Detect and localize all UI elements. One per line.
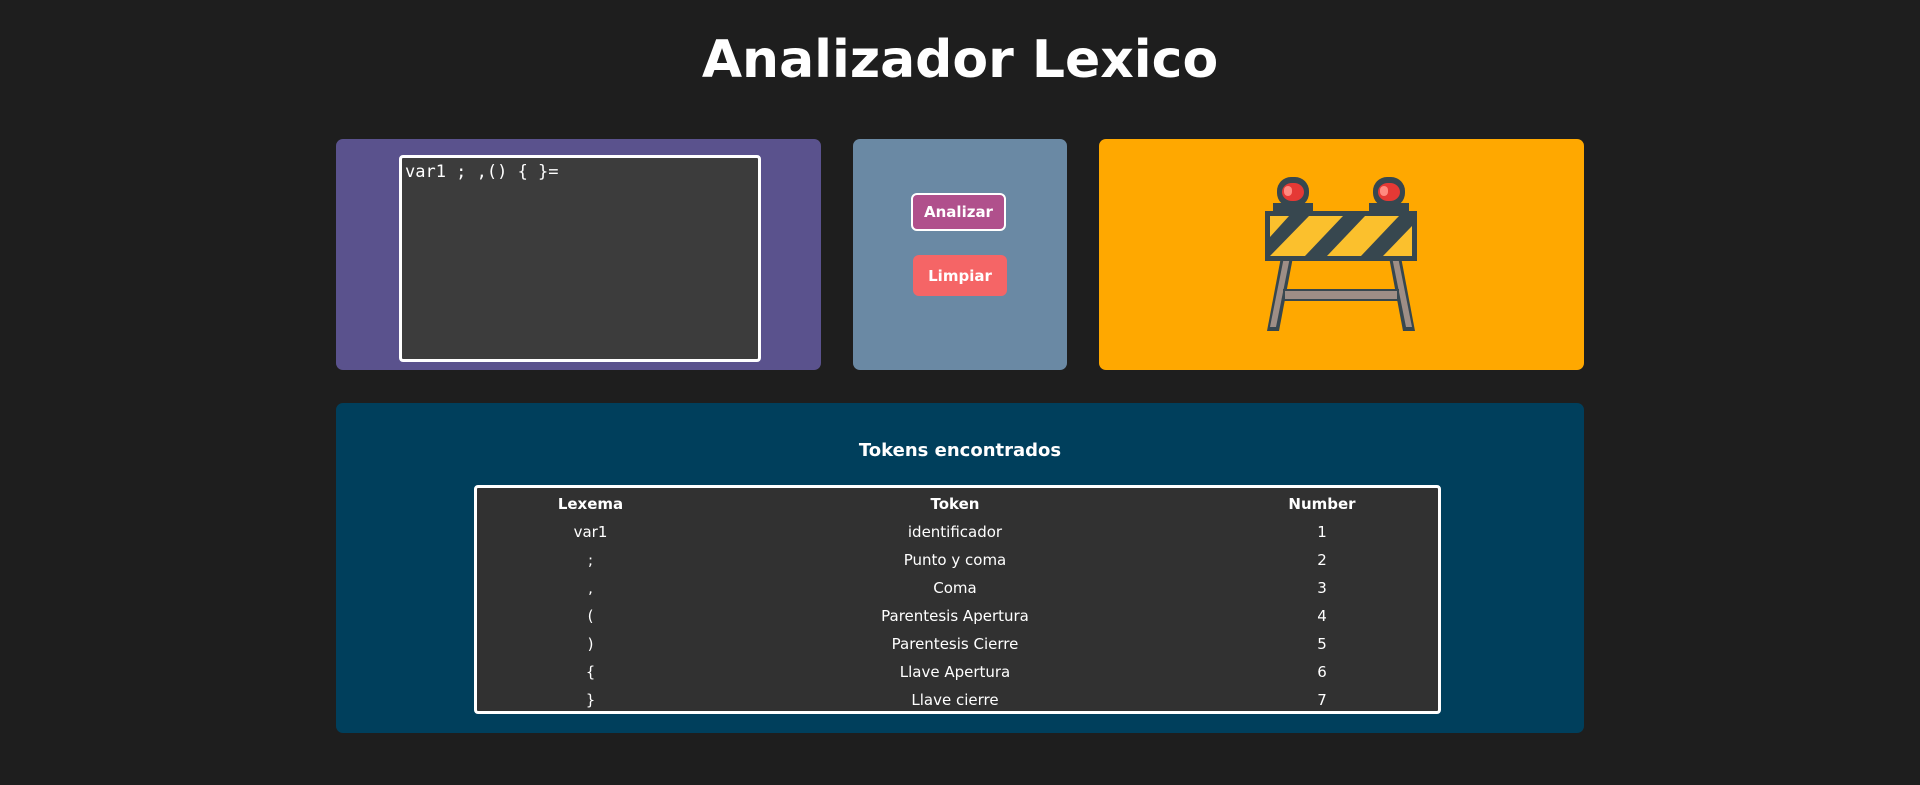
column-header-token: Token [930,495,980,513]
analyze-button[interactable]: Analizar [911,193,1006,231]
cell-token: Parentesis Cierre [891,635,1019,653]
table-row: } Llave cierre 7 [477,686,1438,714]
cell-token: Parentesis Apertura [881,607,1029,625]
tokens-table-container: Lexema Token Number var1 identificador 1… [474,485,1441,714]
column-header-lexema: Lexema [557,495,624,513]
cell-number: 6 [1317,663,1327,681]
cell-token: Llave Apertura [899,663,1011,681]
cell-number: 1 [1317,523,1327,541]
cell-number: 4 [1317,607,1327,625]
table-row: { Llave Apertura 6 [477,658,1438,686]
cell-token: Llave cierre [911,691,999,709]
table-row: ; Punto y coma 2 [477,546,1438,574]
cell-lexema: { [585,663,596,681]
cell-lexema: ) [587,635,594,653]
cell-token: identificador [907,523,1003,541]
cell-token: Punto y coma [903,551,1007,569]
cell-number: 7 [1317,691,1327,709]
code-input[interactable]: var1 ; ,() { }= [399,155,761,362]
image-panel [1099,139,1584,370]
cell-lexema: } [585,691,596,709]
page-title: Analizador Lexico [701,30,1219,90]
cell-token: Coma [933,579,977,597]
cell-lexema: , [588,579,593,597]
cell-lexema: var1 [573,523,608,541]
table-row: ) Parentesis Cierre 5 [477,630,1438,658]
table-row: var1 identificador 1 [477,518,1438,546]
actions-panel: Analizar Limpiar [853,139,1067,370]
table-row: ( Parentesis Apertura 4 [477,602,1438,630]
results-panel: Tokens encontrados Lexema Token Number v… [336,403,1584,733]
column-header-number: Number [1288,495,1356,513]
clear-button[interactable]: Limpiar [913,255,1007,296]
cell-number: 5 [1317,635,1327,653]
cell-number: 2 [1317,551,1327,569]
table-header-row: Lexema Token Number [477,490,1438,518]
road-barrier-icon [1265,177,1417,331]
cell-lexema: ; [587,551,594,569]
editor-panel: var1 ; ,() { }= [336,139,821,370]
tokens-table: Lexema Token Number var1 identificador 1… [477,490,1438,714]
table-row: , Coma 3 [477,574,1438,602]
cell-number: 3 [1317,579,1327,597]
cell-lexema: ( [587,607,594,625]
results-title: Tokens encontrados [858,440,1062,461]
